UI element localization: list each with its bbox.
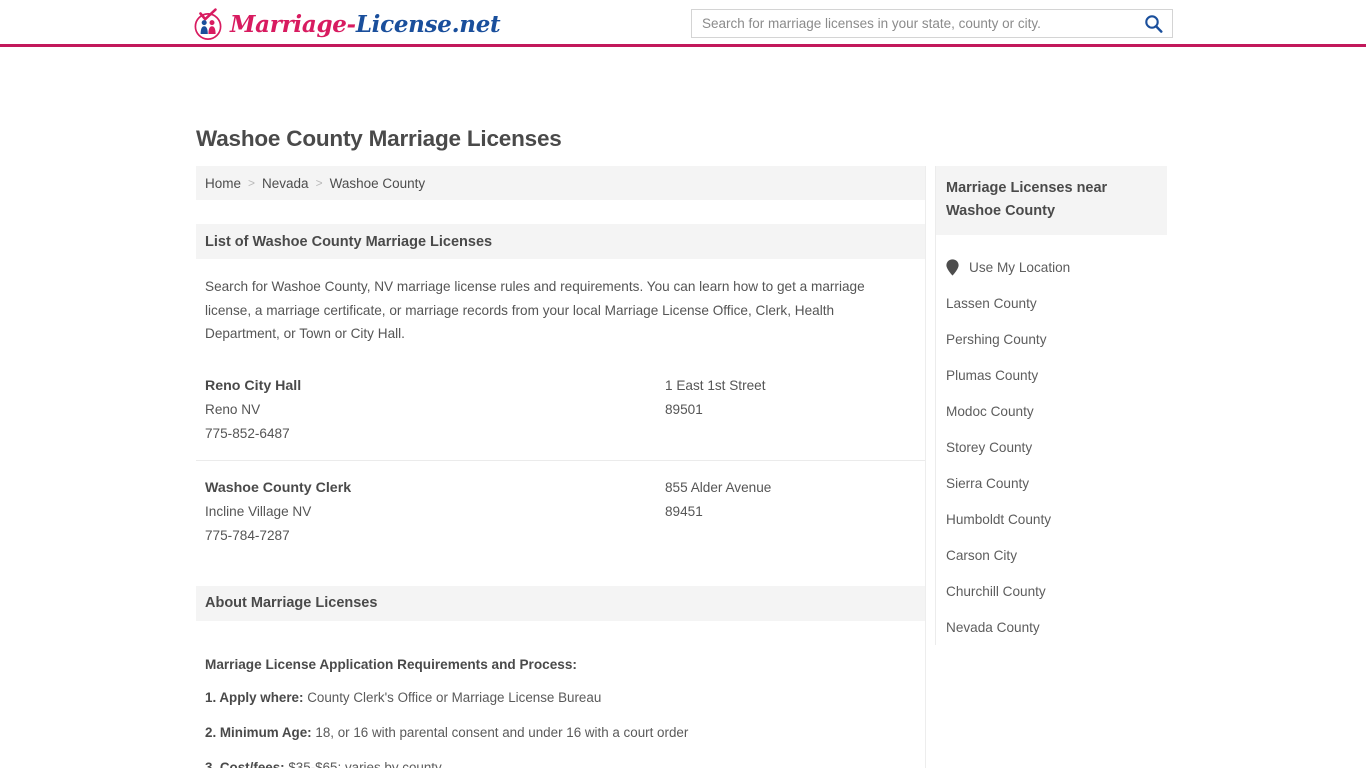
listing-street: 1 East 1st Street [665, 377, 766, 393]
logo-wordmark: Marriage-License.net [230, 10, 501, 38]
logo-wordmark-secondary: License.net [355, 10, 501, 38]
listing-right-column: 1 East 1st Street 89501 [665, 374, 766, 422]
main-content-column: Home > Nevada > Washoe County List of Wa… [196, 166, 925, 768]
listing-left-column: Washoe County Clerk Incline Village NV 7… [205, 476, 665, 548]
listing-left-column: Reno City Hall Reno NV 775-852-6487 [205, 374, 665, 446]
requirement-item: 1. Apply where: County Clerk's Office or… [205, 689, 925, 707]
listing-item[interactable]: Washoe County Clerk Incline Village NV 7… [196, 459, 925, 562]
breadcrumb-separator: > [248, 176, 256, 190]
listing-zip: 89501 [665, 401, 703, 417]
breadcrumb-item-home[interactable]: Home [205, 176, 241, 191]
sidebar-header: Marriage Licenses near Washoe County [936, 166, 1167, 235]
list-section-title: List of Washoe County Marriage Licenses [205, 233, 493, 250]
map-pin-icon [946, 258, 959, 276]
logo-wordmark-primary: Marriage- [230, 10, 356, 38]
site-header: Marriage-License.net [0, 0, 1366, 47]
listing-right-column: 855 Alder Avenue 89451 [665, 476, 771, 524]
requirement-label: 3. Cost/fees: [205, 759, 285, 768]
sidebar-item-label: Use My Location [969, 259, 1071, 275]
listings: Reno City Hall Reno NV 775-852-6487 1 Ea… [196, 368, 925, 562]
requirement-value: County Clerk's Office or Marriage Licens… [307, 689, 602, 705]
sidebar-item-use-my-location[interactable]: Use My Location [936, 249, 1167, 285]
sidebar-item-label: Modoc County [946, 403, 1034, 419]
site-logo[interactable]: Marriage-License.net [191, 5, 501, 43]
sidebar: Marriage Licenses near Washoe County Use… [935, 166, 1167, 645]
sidebar-item-modoc-county[interactable]: Modoc County [936, 393, 1167, 429]
listing-name[interactable]: Reno City Hall [205, 374, 665, 398]
requirement-item: 2. Minimum Age: 18, or 16 with parental … [205, 724, 925, 742]
sidebar-item-sierra-county[interactable]: Sierra County [936, 465, 1167, 501]
listing-phone: 775-852-6487 [205, 425, 290, 441]
sidebar-item-nevada-county[interactable]: Nevada County [936, 609, 1167, 645]
breadcrumb-item-current: Washoe County [329, 175, 426, 191]
listing-zip: 89451 [665, 503, 703, 519]
sidebar-item-label: Churchill County [946, 583, 1046, 599]
listing-city-state: Incline Village NV [205, 503, 312, 519]
sidebar-item-label: Storey County [946, 439, 1033, 455]
sidebar-title: Marriage Licenses near Washoe County [946, 180, 1108, 219]
sidebar-item-label: Plumas County [946, 367, 1039, 383]
sidebar-item-carson-city[interactable]: Carson City [936, 537, 1167, 573]
requirement-label: 1. Apply where: [205, 689, 304, 705]
sidebar-item-humboldt-county[interactable]: Humboldt County [936, 501, 1167, 537]
listing-street: 855 Alder Avenue [665, 479, 772, 495]
sidebar-nearby-list: Use My Location Lassen County Pershing C… [936, 249, 1167, 645]
sidebar-item-label: Carson City [946, 547, 1018, 563]
column-divider [925, 166, 926, 768]
about-section: About Marriage Licenses Marriage License… [196, 585, 925, 768]
page-title: Washoe County Marriage Licenses [196, 126, 562, 151]
sidebar-item-plumas-county[interactable]: Plumas County [936, 357, 1167, 393]
sidebar-item-label: Nevada County [946, 619, 1040, 635]
sidebar-item-churchill-county[interactable]: Churchill County [936, 573, 1167, 609]
listing-name[interactable]: Washoe County Clerk [205, 476, 665, 500]
requirement-item: 3. Cost/fees: $35-$65; varies by county [205, 759, 925, 768]
search-box [691, 9, 1173, 38]
about-section-title: About Marriage Licenses [205, 595, 378, 611]
sidebar-item-label: Humboldt County [946, 511, 1052, 527]
listing-city-state: Reno NV [205, 401, 261, 417]
list-section-intro: Search for Washoe County, NV marriage li… [205, 279, 865, 341]
requirement-value: $35-$65; varies by county [288, 759, 442, 768]
about-subheading: Marriage License Application Requirement… [205, 656, 577, 672]
about-section-header: About Marriage Licenses [196, 585, 925, 621]
sidebar-item-label: Pershing County [946, 331, 1047, 347]
search-icon [1144, 15, 1162, 33]
sidebar-item-pershing-county[interactable]: Pershing County [936, 321, 1167, 357]
couple-checkmark-logo-icon [191, 7, 225, 41]
sidebar-item-lassen-county[interactable]: Lassen County [936, 285, 1167, 321]
sidebar-item-storey-county[interactable]: Storey County [936, 429, 1167, 465]
search-input[interactable] [692, 10, 1134, 37]
requirement-label: 2. Minimum Age: [205, 724, 312, 740]
breadcrumb-separator: > [315, 176, 323, 190]
listing-phone: 775-784-7287 [205, 527, 290, 543]
sidebar-item-label: Sierra County [946, 475, 1030, 491]
breadcrumb-item-nevada[interactable]: Nevada [262, 176, 309, 191]
search-button[interactable] [1134, 10, 1172, 37]
sidebar-item-label: Lassen County [946, 295, 1037, 311]
list-section-header: List of Washoe County Marriage Licenses [196, 224, 925, 259]
requirement-value: 18, or 16 with parental consent and unde… [315, 724, 689, 740]
breadcrumb: Home > Nevada > Washoe County [196, 166, 925, 200]
listing-item[interactable]: Reno City Hall Reno NV 775-852-6487 1 Ea… [196, 368, 925, 460]
